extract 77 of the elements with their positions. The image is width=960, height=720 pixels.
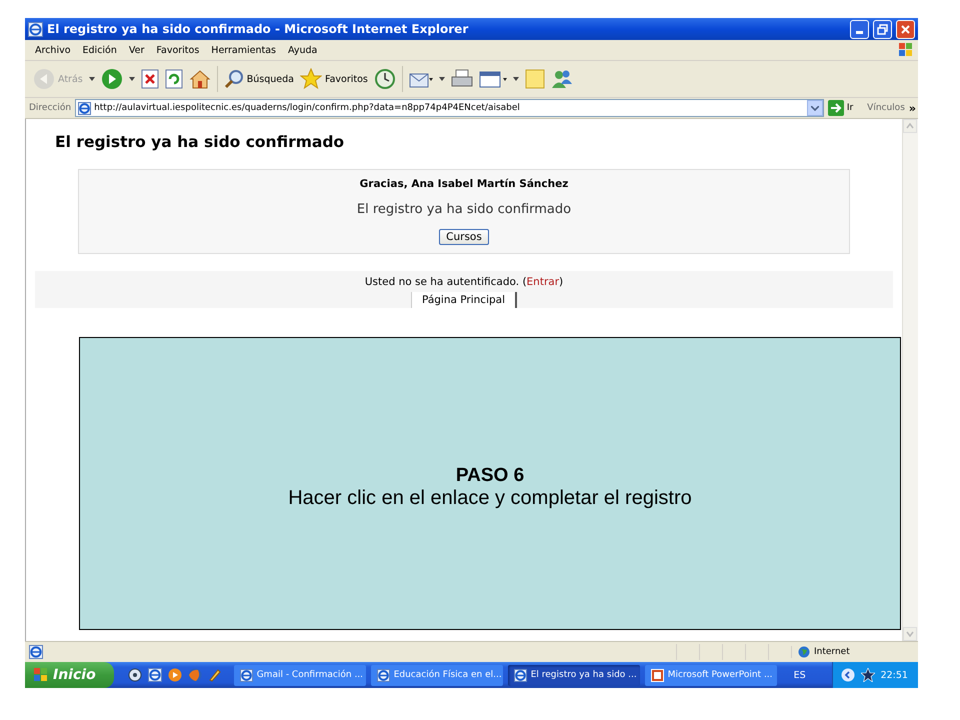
- dropdown-caret-icon[interactable]: [438, 77, 445, 81]
- security-zone: Internet: [814, 647, 850, 657]
- browser-icon: [514, 668, 527, 682]
- login-link[interactable]: Entrar: [526, 276, 560, 288]
- dropdown-caret-icon[interactable]: [810, 106, 819, 110]
- language-indicator[interactable]: ES: [794, 670, 806, 680]
- dropdown-caret-icon[interactable]: [512, 77, 519, 81]
- taskbar-button[interactable]: El registro ya ha sido ...: [508, 664, 640, 686]
- menu-item[interactable]: Edición: [76, 44, 123, 56]
- dropdown-caret-icon[interactable]: [88, 77, 95, 81]
- close-button[interactable]: [896, 20, 915, 38]
- close-icon: [900, 24, 911, 34]
- page-icon: [78, 102, 92, 114]
- pen-icon[interactable]: [208, 668, 222, 682]
- start-button[interactable]: Inicio: [25, 662, 114, 688]
- address-box[interactable]: http://aulavirtual.iespolitecnic.es/quaderns/login/confirm.php?data=n8pp74p4P4ENcet/aisabel: [75, 99, 824, 117]
- print-button[interactable]: [450, 69, 473, 89]
- minimize-button[interactable]: [850, 20, 869, 38]
- address-label: Dirección: [29, 103, 72, 113]
- address-field[interactable]: http://aulavirtual.iespolitecnic.es/quaderns/login/confirm.php?data=n8pp74p4P4ENcet/aisabel: [94, 103, 804, 113]
- presentation-icon: [650, 668, 664, 682]
- search-icon: [224, 69, 244, 89]
- history-icon: [374, 68, 396, 90]
- search-button[interactable]: Búsqueda: [224, 69, 294, 89]
- windows-flag-icon: [898, 42, 914, 58]
- go-button[interactable]: Ir: [828, 100, 864, 116]
- menu-item[interactable]: Ver: [122, 44, 150, 56]
- windows-flag-icon: [33, 667, 49, 683]
- step-instruction: Hacer clic en el enlace y completar el registro: [288, 487, 692, 510]
- edit-button[interactable]: [478, 69, 507, 89]
- note-icon: [524, 69, 545, 89]
- star-icon[interactable]: [860, 668, 875, 682]
- confirmation-message: El registro ya ha sido confirmado: [356, 202, 572, 217]
- login-notice: Usted no se ha autentificado. (Entrar): [364, 276, 564, 288]
- messenger-button[interactable]: [550, 69, 573, 89]
- taskbar-button[interactable]: Educación Física en el...: [370, 664, 503, 686]
- forward-button[interactable]: [100, 68, 123, 90]
- browser-icon: [148, 668, 162, 682]
- go-arrow-icon: [828, 100, 844, 116]
- refresh-button[interactable]: [164, 69, 183, 89]
- greeting-text: Gracias, Ana Isabel Martín Sánchez: [360, 178, 568, 190]
- people-icon: [550, 69, 573, 89]
- menu-item[interactable]: Archivo: [29, 44, 77, 56]
- clock: 22:51: [880, 670, 908, 680]
- browser-icon: [28, 22, 43, 36]
- refresh-icon: [164, 69, 183, 89]
- media-player-icon[interactable]: [168, 668, 182, 682]
- home-button[interactable]: [188, 68, 211, 90]
- minimize-icon: [856, 30, 863, 34]
- page-heading: El registro ya ha sido confirmado: [55, 133, 346, 151]
- links-button[interactable]: Vínculos: [867, 103, 905, 113]
- browser-icon: [240, 668, 253, 682]
- page-icon: [29, 645, 43, 659]
- taskbar-button[interactable]: Microsoft PowerPoint ...: [644, 664, 777, 686]
- more-chevron[interactable]: »: [908, 102, 916, 114]
- courses-button[interactable]: Cursos: [439, 229, 489, 245]
- menu-item[interactable]: Ayuda: [282, 44, 324, 56]
- globe-icon: [798, 646, 810, 658]
- step-title: PASO 6: [456, 465, 524, 487]
- menu-item[interactable]: Favoritos: [150, 44, 206, 56]
- home-icon: [188, 68, 211, 90]
- restore-button[interactable]: [873, 20, 892, 38]
- star-icon: [300, 68, 322, 90]
- dropdown-caret-icon[interactable]: [128, 77, 135, 81]
- stop-button[interactable]: [140, 69, 159, 89]
- edit-icon: [478, 69, 507, 89]
- chevron-icon[interactable]: [840, 668, 855, 682]
- browser-icon: [376, 668, 390, 682]
- home-page-link[interactable]: Página Principal: [410, 292, 518, 308]
- printer-icon: [450, 69, 473, 89]
- favorites-button[interactable]: Favoritos: [300, 68, 368, 90]
- stop-icon: [140, 69, 159, 89]
- menu-item[interactable]: Herramientas: [205, 44, 282, 56]
- restore-icon: [877, 24, 888, 34]
- history-button[interactable]: [374, 68, 396, 90]
- window-title: El registro ya ha sido confirmado - Microsoft Internet Explorer: [47, 22, 470, 36]
- taskbar-button[interactable]: Gmail - Confirmación ...: [234, 664, 366, 686]
